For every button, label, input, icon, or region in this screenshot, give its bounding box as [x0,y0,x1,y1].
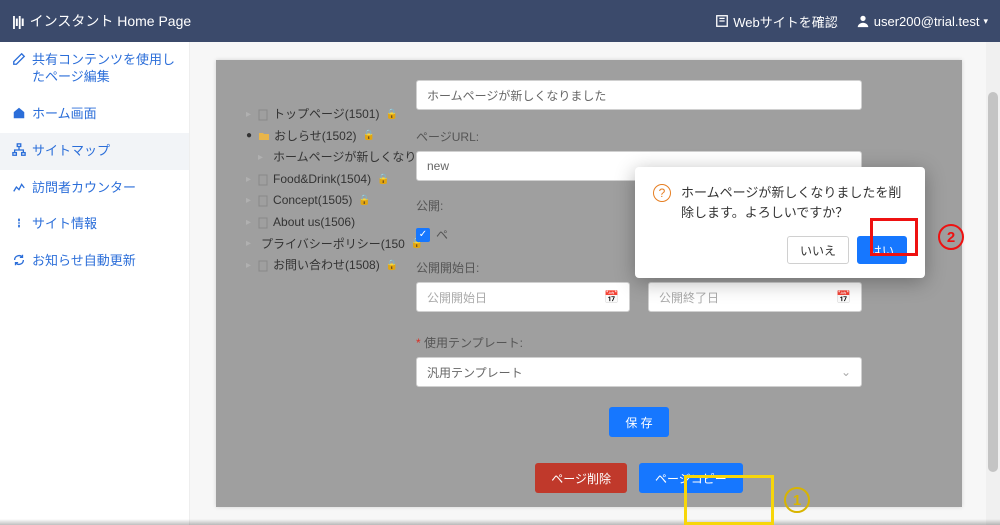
tree-item[interactable]: ▸Concept(1505)🔒 [234,190,404,212]
page-title-input[interactable]: ホームページが新しくなりました [416,80,862,110]
refresh-icon [12,253,26,267]
sidebar-item-sitemap[interactable]: サイトマップ [0,133,189,170]
template-select[interactable]: 汎用テンプレート ⌄ [416,357,862,387]
sidebar: 共有コンテンツを使用したページ編集 ホーム画面 サイトマップ 訪問者カウンター … [0,42,190,525]
sidebar-item-home[interactable]: ホーム画面 [0,96,189,133]
page-icon [257,260,269,272]
modal-yes-button[interactable]: はい [857,236,907,264]
modal-no-button[interactable]: いいえ [787,236,849,264]
confirm-modal: ? ホームページが新しくなりましたを削除します。よろしいですか？ いいえ はい [635,167,925,278]
chevron-down-icon: ▾ [983,16,988,27]
callout-2-number: 2 [938,224,964,250]
modal-text: ホームページが新しくなりましたを削除します。よろしいですか？ [681,183,907,222]
delete-page-button[interactable]: ページ削除 [535,463,627,493]
tree-item[interactable]: ▸トップページ(1501)🔒 [234,104,404,126]
tree-item[interactable]: ▸プライバシーポリシー(150🔒 [234,234,404,256]
user-menu[interactable]: user200@trial.test ▾ [856,14,988,29]
sidebar-item-siteinfo[interactable]: サイト情報 [0,206,189,243]
page-tree: ▸トップページ(1501)🔒 ●おしらせ(1502)🔒 ▸ホームページが新しくな… [234,104,404,277]
info-icon [12,216,26,230]
counter-icon [12,180,26,194]
lock-icon: 🔒 [363,127,375,145]
folder-icon [258,130,270,142]
start-date-label: 公開開始日: [416,259,630,276]
chevron-down-icon: ⌄ [841,365,851,379]
lock-icon: 🔒 [386,257,398,275]
logo-icon: |ı|ı [12,13,24,29]
end-date-input[interactable]: 公開終了日 📅 [648,282,862,312]
save-button[interactable]: 保 存 [609,407,668,437]
tree-item[interactable]: ▸ホームページが新しくなり [234,147,404,169]
content-area: ▸トップページ(1501)🔒 ●おしらせ(1502)🔒 ▸ホームページが新しくな… [190,42,1000,525]
template-label: * 使用テンプレート: [416,334,862,351]
sidebar-item-counter[interactable]: 訪問者カウンター [0,170,189,207]
user-icon [856,14,870,28]
tree-item[interactable]: ▸お問い合わせ(1508)🔒 [234,255,404,277]
checkbox-icon: ✓ [416,228,430,242]
page-icon [257,195,269,207]
lock-icon: 🔒 [385,106,397,124]
tree-item[interactable]: ▸Food&Drink(1504)🔒 [234,169,404,191]
question-icon: ? [653,184,671,202]
page-canvas: ▸トップページ(1501)🔒 ●おしらせ(1502)🔒 ▸ホームページが新しくな… [216,60,962,507]
check-website-link[interactable]: Webサイトを確認 [715,12,838,31]
calendar-icon: 📅 [836,290,851,304]
sidebar-item-autoupdate[interactable]: お知らせ自動更新 [0,243,189,280]
bottom-shadow [0,519,1000,525]
tree-item[interactable]: ▸About us(1506) [234,212,404,234]
sidebar-item-shared-content[interactable]: 共有コンテンツを使用したページ編集 [0,42,189,96]
page-icon [257,174,269,186]
brand: |ı|ı インスタント Home Page [12,11,191,31]
callout-1-number: 1 [784,487,810,513]
calendar-icon: 📅 [604,290,619,304]
url-label: ページURL: [416,128,862,145]
copy-page-button[interactable]: ページコピー [639,463,743,493]
page-icon [257,217,269,229]
page-icon [257,109,269,121]
brand-text: インスタント Home Page [30,11,192,31]
external-icon [715,14,729,28]
start-date-input[interactable]: 公開開始日 📅 [416,282,630,312]
edit-icon [12,52,26,66]
lock-icon: 🔒 [358,192,370,210]
home-icon [12,106,26,120]
scrollbar[interactable] [986,42,1000,525]
tree-item-folder[interactable]: ●おしらせ(1502)🔒 [234,126,404,148]
app-header: |ı|ı インスタント Home Page Webサイトを確認 user200@… [0,0,1000,42]
sitemap-icon [12,143,26,157]
lock-icon: 🔒 [377,171,389,189]
